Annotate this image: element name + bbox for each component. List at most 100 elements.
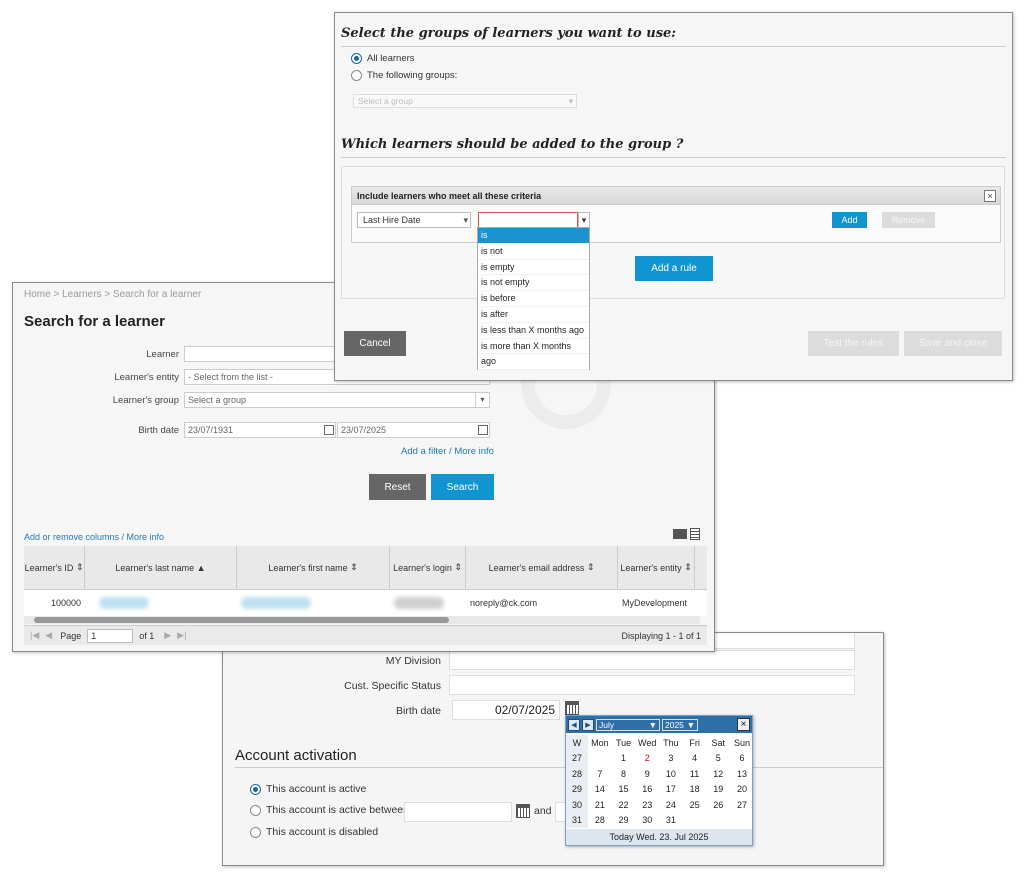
column-header-login[interactable]: Learner's login ⇕ bbox=[390, 546, 466, 589]
division-input[interactable] bbox=[449, 650, 855, 670]
column-header-id[interactable]: Learner's ID ⇕ bbox=[24, 546, 85, 589]
page-input[interactable]: 1 bbox=[87, 628, 134, 643]
calendar-day[interactable]: 8 bbox=[612, 769, 636, 779]
calendar-day[interactable]: 31 bbox=[659, 815, 683, 825]
calendar-day[interactable]: 12 bbox=[706, 769, 730, 779]
dropdown-option[interactable]: is after bbox=[478, 307, 589, 323]
calendar-day[interactable]: 14 bbox=[588, 784, 612, 794]
calendar-day[interactable]: 19 bbox=[706, 784, 730, 794]
calendar-icon[interactable] bbox=[516, 804, 530, 818]
columns-link[interactable]: Add or remove columns / More info bbox=[24, 532, 164, 542]
birth-to-input[interactable]: 23/07/2025 bbox=[337, 422, 490, 438]
radio-all-learners[interactable] bbox=[351, 53, 362, 64]
add-filter-link[interactable]: Add a filter / More info bbox=[401, 446, 494, 457]
active-from-input[interactable] bbox=[404, 802, 512, 822]
reset-button[interactable]: Reset bbox=[369, 474, 426, 500]
birth-date-input[interactable]: 02/07/2025 bbox=[452, 700, 560, 720]
radio-following-row[interactable]: The following groups: bbox=[351, 70, 457, 81]
operator-select[interactable] bbox=[478, 212, 578, 228]
search-button[interactable]: Search bbox=[431, 474, 494, 500]
calendar-day[interactable]: 17 bbox=[659, 784, 683, 794]
radio-active[interactable] bbox=[250, 783, 261, 795]
radio-between-row[interactable]: This account is active between bbox=[250, 804, 409, 816]
chevron-down-icon: ▾ bbox=[568, 96, 573, 106]
table-row[interactable]: 100000 noreply@ck.com MyDevelopment bbox=[24, 590, 707, 616]
last-page-icon[interactable]: ▶| bbox=[177, 630, 186, 641]
calendar-day[interactable]: 26 bbox=[706, 800, 730, 810]
calendar-day[interactable]: 18 bbox=[683, 784, 707, 794]
prev-month-button[interactable]: ◀ bbox=[568, 718, 580, 731]
calendar-day[interactable]: 5 bbox=[706, 753, 730, 763]
year-select[interactable]: 2025 ▼ bbox=[662, 718, 698, 731]
calendar-icon[interactable] bbox=[478, 425, 488, 435]
dropdown-option[interactable]: is not bbox=[478, 244, 589, 260]
email-icon[interactable] bbox=[673, 529, 687, 539]
calendar-day[interactable]: 16 bbox=[635, 784, 659, 794]
cancel-button[interactable]: Cancel bbox=[344, 331, 406, 356]
horizontal-scrollbar[interactable] bbox=[24, 616, 700, 624]
calendar-day[interactable]: 23 bbox=[635, 800, 659, 810]
calendar-day[interactable]: 10 bbox=[659, 769, 683, 779]
dropdown-option[interactable]: is less than X months ago bbox=[478, 323, 589, 339]
calendar-day[interactable]: 29 bbox=[612, 815, 636, 825]
calendar-icon[interactable] bbox=[324, 425, 334, 435]
next-page-icon[interactable]: ▶ bbox=[164, 630, 171, 641]
export-icon[interactable] bbox=[690, 528, 700, 540]
radio-between[interactable] bbox=[250, 804, 261, 816]
dropdown-option[interactable]: is not empty bbox=[478, 275, 589, 292]
calendar-day[interactable]: 27 bbox=[730, 800, 754, 810]
month-select[interactable]: July ▼ bbox=[596, 718, 660, 731]
close-criteria-button[interactable]: × bbox=[984, 190, 996, 202]
calendar-day[interactable]: 4 bbox=[683, 753, 707, 763]
radio-disabled[interactable] bbox=[250, 826, 261, 838]
column-header-last-name[interactable]: Learner's last name ▲ bbox=[85, 546, 237, 589]
dropdown-option[interactable]: is empty bbox=[478, 260, 589, 276]
radio-disabled-row[interactable]: This account is disabled bbox=[250, 826, 378, 838]
column-header-entity[interactable]: Learner's entity ⇕ bbox=[618, 546, 695, 589]
calendar-day[interactable]: 15 bbox=[612, 784, 636, 794]
calendar-day[interactable]: 1 bbox=[612, 753, 636, 763]
remove-button[interactable]: Remove bbox=[882, 212, 935, 228]
calendar-day[interactable]: 21 bbox=[588, 800, 612, 810]
dropdown-option[interactable]: is more than X months bbox=[478, 339, 589, 355]
redacted-text bbox=[394, 597, 444, 609]
calendar-day[interactable]: 28 bbox=[588, 815, 612, 825]
status-input[interactable] bbox=[449, 675, 855, 695]
dropdown-option[interactable]: ago bbox=[478, 354, 589, 371]
calendar-day[interactable]: 22 bbox=[612, 800, 636, 810]
calendar-day[interactable]: 11 bbox=[683, 769, 707, 779]
field-select[interactable]: Last Hire Date ▾ bbox=[357, 212, 471, 228]
calendar-day[interactable]: 24 bbox=[659, 800, 683, 810]
dropdown-option[interactable]: is before bbox=[478, 291, 589, 307]
calendar-today[interactable]: Today Wed. 23. Jul 2025 bbox=[566, 829, 752, 845]
column-header-first-name[interactable]: Learner's first name ⇕ bbox=[237, 546, 390, 589]
radio-following-groups[interactable] bbox=[351, 70, 362, 81]
close-calendar-button[interactable]: × bbox=[737, 718, 750, 731]
radio-all-row[interactable]: All learners bbox=[351, 53, 415, 64]
add-button[interactable]: Add bbox=[832, 212, 867, 228]
radio-active-row[interactable]: This account is active bbox=[250, 783, 366, 795]
scrollbar-thumb[interactable] bbox=[34, 617, 449, 623]
calendar-day[interactable]: 6 bbox=[730, 753, 754, 763]
dropdown-option[interactable]: is bbox=[478, 228, 589, 244]
next-month-button[interactable]: ▶ bbox=[582, 718, 594, 731]
first-page-icon[interactable]: |◀ bbox=[30, 630, 39, 641]
test-rules-button[interactable]: Test the rules bbox=[808, 331, 899, 356]
column-header-email[interactable]: Learner's email address ⇕ bbox=[466, 546, 618, 589]
group-select[interactable]: Select a group ▾ bbox=[353, 94, 577, 108]
prev-page-icon[interactable]: ◀ bbox=[45, 630, 52, 641]
group-select[interactable]: Select a group ▾ bbox=[184, 392, 490, 408]
calendar-day[interactable]: 30 bbox=[635, 815, 659, 825]
save-close-button[interactable]: Save and close bbox=[904, 331, 1002, 356]
calendar-day[interactable]: 20 bbox=[730, 784, 754, 794]
birth-from-input[interactable]: 23/07/1931 bbox=[184, 422, 336, 438]
calendar-day[interactable]: 13 bbox=[730, 769, 754, 779]
add-rule-button[interactable]: Add a rule bbox=[635, 256, 713, 281]
chevron-down-icon[interactable]: ▾ bbox=[578, 212, 590, 228]
calendar-day[interactable]: 2 bbox=[635, 753, 659, 763]
calendar-day[interactable]: 9 bbox=[635, 769, 659, 779]
calendar-day[interactable]: 3 bbox=[659, 753, 683, 763]
calendar-day[interactable]: 25 bbox=[683, 800, 707, 810]
calendar-day[interactable]: 7 bbox=[588, 769, 612, 779]
calendar-icon[interactable] bbox=[565, 701, 579, 715]
